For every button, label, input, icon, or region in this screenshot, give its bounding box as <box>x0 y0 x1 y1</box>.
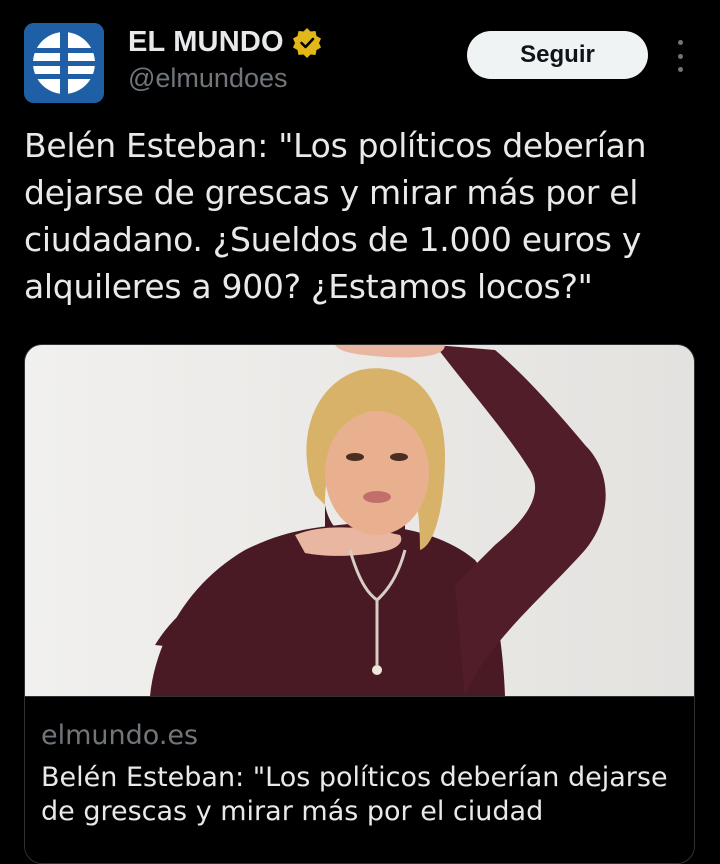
card-domain[interactable]: elmundo.es <box>41 720 198 751</box>
follow-button[interactable]: Seguir <box>467 31 648 79</box>
author-name[interactable]: EL MUNDO <box>128 26 284 59</box>
author-avatar[interactable] <box>24 23 104 103</box>
dot <box>677 67 683 72</box>
dot <box>677 53 683 59</box>
verified-badge-icon <box>292 27 321 58</box>
card-meta[interactable]: elmundo.es Belén Esteban: "Los políticos… <box>25 696 694 863</box>
card-title[interactable]: Belén Esteban: "Los políticos deberían d… <box>41 761 681 829</box>
author-handle[interactable]: @elmundoes <box>128 63 288 94</box>
link-card[interactable]: elmundo.es Belén Esteban: "Los políticos… <box>24 344 695 864</box>
more-options-icon[interactable] <box>668 40 692 72</box>
dot <box>677 40 683 45</box>
author-name-row[interactable]: EL MUNDO <box>128 26 322 59</box>
tweet-text: Belén Esteban: "Los políticos deberían d… <box>24 126 647 306</box>
el-mundo-globe-logo <box>24 23 104 103</box>
card-image[interactable] <box>25 345 694 696</box>
photo-woman-illustration <box>25 345 694 696</box>
